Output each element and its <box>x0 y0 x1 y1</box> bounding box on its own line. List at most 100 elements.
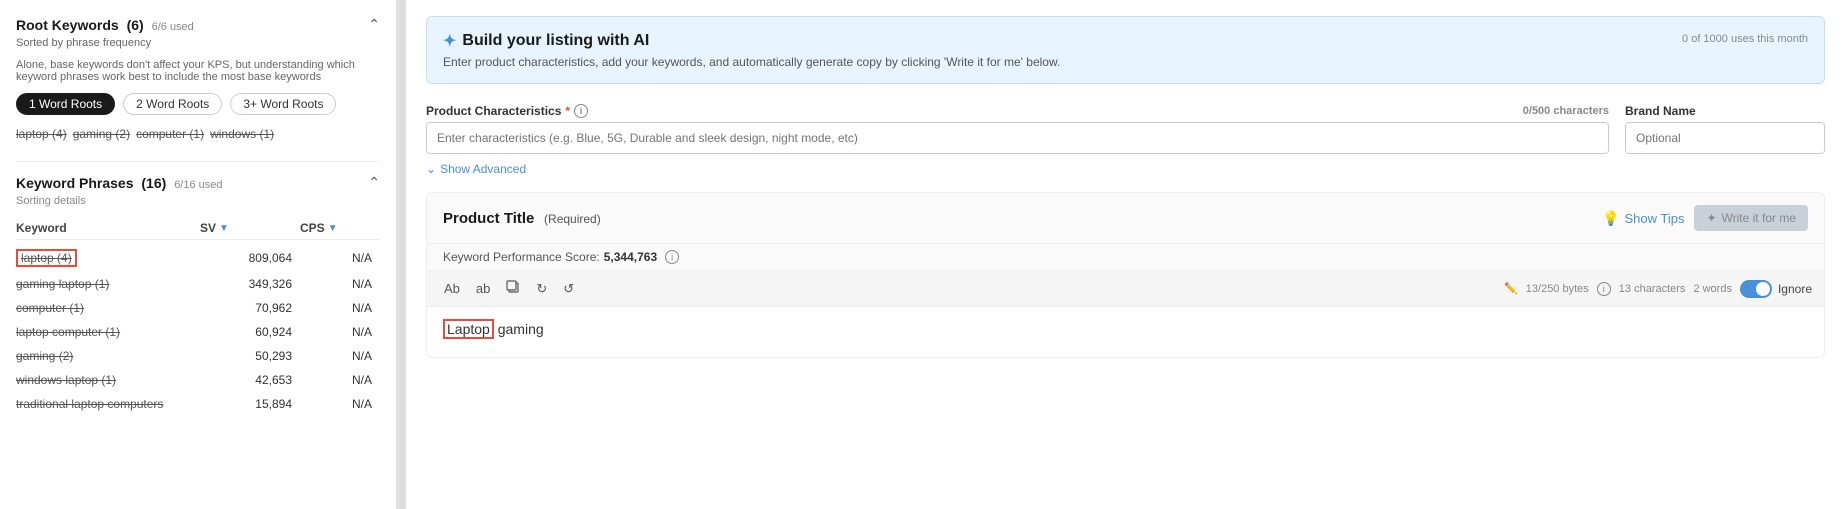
ai-banner-usage: 0 of 1000 uses this month <box>1682 31 1808 45</box>
tag-laptop: laptop (4) <box>16 127 67 141</box>
keyword-gaming-laptop: gaming laptop (1) <box>16 277 200 291</box>
keyword-phrases-header: Keyword Phrases (16) 6/16 used ⌃ <box>16 174 380 191</box>
ai-banner-title: ✦ Build your listing with AI <box>443 31 1060 51</box>
undo-button[interactable]: ↻ <box>531 278 552 300</box>
sv-traditional: 15,894 <box>200 397 300 411</box>
sv-laptop: 809,064 <box>200 251 300 265</box>
sv-laptop-computer: 60,924 <box>200 325 300 339</box>
lightbulb-icon: 💡 <box>1602 210 1619 227</box>
product-title-label-group: Product Title (Required) <box>443 210 601 227</box>
table-row: windows laptop (1) 42,653 N/A <box>16 368 380 392</box>
characteristics-input[interactable] <box>426 122 1609 154</box>
col-sv: SV ▼ <box>200 221 300 235</box>
keyword-computer: computer (1) <box>16 301 200 315</box>
toolbar-right: ✏️ 13/250 bytes i 13 characters 2 words … <box>1504 280 1812 298</box>
col-cps: CPS ▼ <box>300 221 380 235</box>
char-count: 0/500 characters <box>1523 105 1609 117</box>
format-ab-upper-button[interactable]: Ab <box>439 278 465 299</box>
brand-field: Brand Name <box>1625 104 1825 154</box>
sorting-details: Sorting details <box>16 195 380 207</box>
tag-gaming: gaming (2) <box>73 127 130 141</box>
brand-input[interactable] <box>1625 122 1825 154</box>
toolbar: Ab ab ↻ ↺ ✏️ 13/250 bytes i 13 character… <box>427 271 1824 307</box>
cps-sort-icon[interactable]: ▼ <box>328 223 338 234</box>
ai-banner-left: ✦ Build your listing with AI Enter produ… <box>443 31 1060 69</box>
cps-windows-laptop: N/A <box>300 373 380 387</box>
table-row: gaming (2) 50,293 N/A <box>16 344 380 368</box>
tag-computer: computer (1) <box>136 127 204 141</box>
char-label: Product Characteristics * i 0/500 charac… <box>426 104 1609 118</box>
keyword-boxed: laptop (4) <box>16 249 77 267</box>
redo-button[interactable]: ↺ <box>558 278 579 300</box>
char-info-icon[interactable]: i <box>574 104 588 118</box>
right-panel: ✦ Build your listing with AI Enter produ… <box>406 0 1845 509</box>
chars-info-icon: i <box>1597 282 1611 296</box>
keyword-tags: laptop (4) gaming (2) computer (1) windo… <box>16 127 380 141</box>
keyword-laptop-computer: laptop computer (1) <box>16 325 200 339</box>
table-header: Keyword SV ▼ CPS ▼ <box>16 217 380 240</box>
kps-row: Keyword Performance Score: 5,344,763 i <box>427 244 1824 271</box>
col-keyword: Keyword <box>16 221 200 235</box>
ignore-label: Ignore <box>1778 282 1812 296</box>
cps-gaming: N/A <box>300 349 380 363</box>
cps-computer: N/A <box>300 301 380 315</box>
root-keywords-description: Alone, base keywords don't affect your K… <box>16 59 380 83</box>
filter-1word[interactable]: 1 Word Roots <box>16 93 115 115</box>
cps-traditional: N/A <box>300 397 380 411</box>
bytes-info: 13/250 bytes <box>1526 283 1589 295</box>
sv-gaming: 50,293 <box>200 349 300 363</box>
editor-content[interactable]: Laptop gaming <box>427 307 1824 357</box>
ai-sparkle-icon: ✦ <box>443 31 456 51</box>
left-panel: Root Keywords (6) 6/6 used ⌃ Sorted by p… <box>0 0 400 509</box>
root-keywords-collapse-icon[interactable]: ⌃ <box>368 16 380 33</box>
show-advanced-button[interactable]: ⌄ Show Advanced <box>426 162 1825 176</box>
write-it-button[interactable]: ✦ Write it for me <box>1694 205 1808 231</box>
chevron-down-icon: ⌄ <box>426 162 436 176</box>
keyword-windows-laptop: windows laptop (1) <box>16 373 200 387</box>
kps-info-icon[interactable]: i <box>665 250 679 264</box>
keyword-phrases-title: Keyword Phrases (16) 6/16 used <box>16 175 223 191</box>
copy-button[interactable] <box>501 277 525 300</box>
tag-windows: windows (1) <box>210 127 274 141</box>
sparkle-icon: ✦ <box>1706 211 1716 225</box>
table-row: computer (1) 70,962 N/A <box>16 296 380 320</box>
root-keywords-title: Root Keywords (6) 6/6 used <box>16 17 194 33</box>
product-title-section: Product Title (Required) 💡 Show Tips ✦ W… <box>426 192 1825 358</box>
table-row: gaming laptop (1) 349,326 N/A <box>16 272 380 296</box>
ignore-toggle: Ignore <box>1740 280 1812 298</box>
brand-label: Brand Name <box>1625 104 1825 118</box>
table-row: laptop computer (1) 60,924 N/A <box>16 320 380 344</box>
keyword-phrases-collapse-icon[interactable]: ⌃ <box>368 174 380 191</box>
words-info: 2 words <box>1693 283 1732 295</box>
char-field: Product Characteristics * i 0/500 charac… <box>426 104 1609 154</box>
editor-rest: gaming <box>494 321 544 337</box>
table-row: traditional laptop computers 15,894 N/A <box>16 392 380 416</box>
product-title-header: Product Title (Required) 💡 Show Tips ✦ W… <box>427 193 1824 244</box>
kps-value: 5,344,763 <box>604 250 657 264</box>
highlighted-laptop-word: Laptop <box>443 319 494 339</box>
cps-laptop-computer: N/A <box>300 325 380 339</box>
cps-gaming-laptop: N/A <box>300 277 380 291</box>
show-tips-button[interactable]: 💡 Show Tips <box>1602 210 1684 227</box>
required-badge: (Required) <box>544 212 601 226</box>
table-row: laptop (4) 809,064 N/A <box>16 244 380 272</box>
root-keywords-header: Root Keywords (6) 6/6 used ⌃ <box>16 16 380 33</box>
sv-sort-icon[interactable]: ▼ <box>219 223 229 234</box>
root-keywords-subtitle: Sorted by phrase frequency <box>16 37 380 49</box>
filter-2word[interactable]: 2 Word Roots <box>123 93 222 115</box>
filter-3word[interactable]: 3+ Word Roots <box>230 93 336 115</box>
required-asterisk: * <box>565 104 570 118</box>
edit-icon: ✏️ <box>1504 282 1518 295</box>
chars-info: 13 characters <box>1619 283 1686 295</box>
ai-banner: ✦ Build your listing with AI Enter produ… <box>426 16 1825 84</box>
toggle-switch[interactable] <box>1740 280 1772 298</box>
format-ab-lower-button[interactable]: ab <box>471 278 495 299</box>
char-row: Product Characteristics * i 0/500 charac… <box>426 104 1825 154</box>
keyword-traditional: traditional laptop computers <box>16 397 200 411</box>
title-actions: 💡 Show Tips ✦ Write it for me <box>1602 205 1808 231</box>
keyword-gaming: gaming (2) <box>16 349 200 363</box>
ai-banner-description: Enter product characteristics, add your … <box>443 55 1060 69</box>
filter-buttons: 1 Word Roots 2 Word Roots 3+ Word Roots <box>16 93 380 115</box>
cps-laptop: N/A <box>300 251 380 265</box>
divider <box>16 161 380 162</box>
